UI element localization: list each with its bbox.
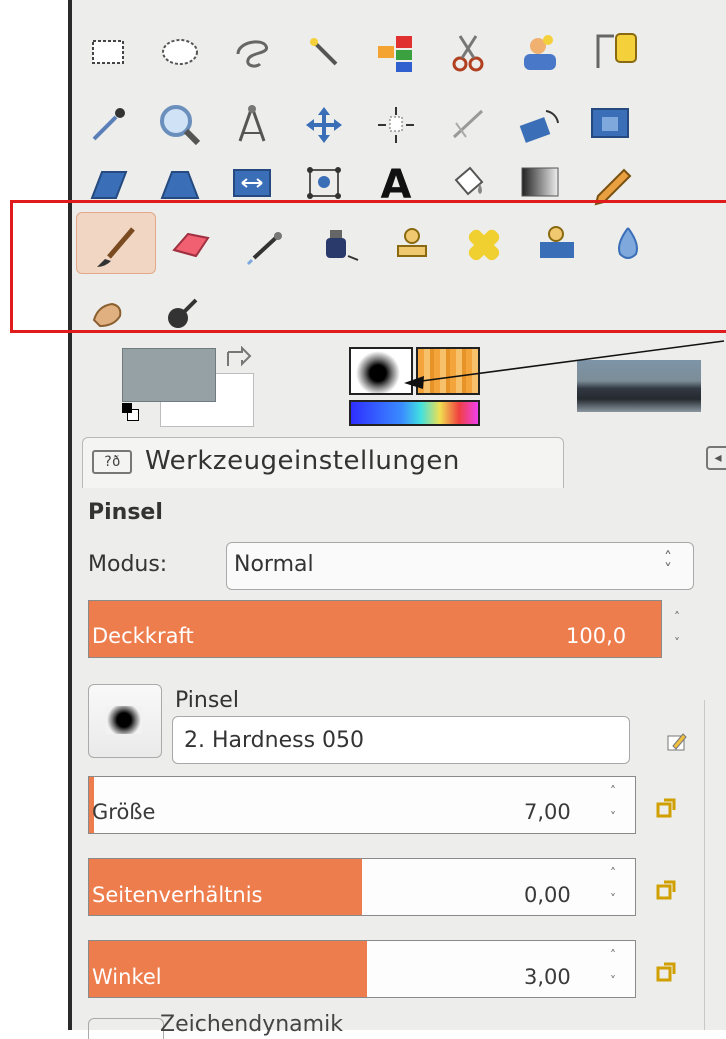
aspect-label-text: Seitenverhältnis <box>92 883 263 907</box>
chevron-updown-icon: ˄ ˅ <box>664 548 672 579</box>
mode-select-value: Normal <box>234 552 314 577</box>
tab-label: Werkzeugeinstellungen <box>145 446 460 476</box>
brush-title: Pinsel <box>175 688 239 713</box>
aspect-label: Seitenverhältnis <box>92 883 263 907</box>
reset-size-icon[interactable] <box>652 796 680 824</box>
tab-menu-icon[interactable]: ◂ <box>706 446 726 470</box>
angle-value: 3,00 <box>524 965 571 989</box>
opacity-label: Deckkraft <box>92 624 194 648</box>
brush-name-value: 2. Hardness 050 <box>184 728 365 753</box>
size-spin-icon[interactable]: ˄ ˅ <box>600 778 626 836</box>
opacity-spin-icon[interactable]: ˄ ˅ <box>664 604 690 662</box>
section-title: Pinsel <box>88 500 163 525</box>
size-value: 7,00 <box>524 800 571 824</box>
tool-options-icon: ?ð <box>92 450 132 474</box>
size-label: Größe <box>92 800 156 824</box>
reset-angle-icon[interactable] <box>652 960 680 988</box>
angle-spin-icon[interactable]: ˄ ˅ <box>600 942 626 1000</box>
angle-label: Winkel <box>92 965 162 989</box>
edit-brush-icon[interactable] <box>665 730 689 754</box>
opacity-value: 100,0 <box>566 624 627 648</box>
aspect-value: 0,00 <box>524 883 571 907</box>
reset-aspect-icon[interactable] <box>652 878 680 906</box>
options-scroll-edge[interactable] <box>704 700 726 1030</box>
brush-thumbnail <box>106 706 142 734</box>
dynamics-label: Zeichendynamik <box>160 1012 343 1037</box>
dynamics-chooser-button[interactable] <box>88 1018 164 1039</box>
aspect-spin-icon[interactable]: ˄ ˅ <box>600 860 626 918</box>
mode-label: Modus: <box>88 552 168 577</box>
